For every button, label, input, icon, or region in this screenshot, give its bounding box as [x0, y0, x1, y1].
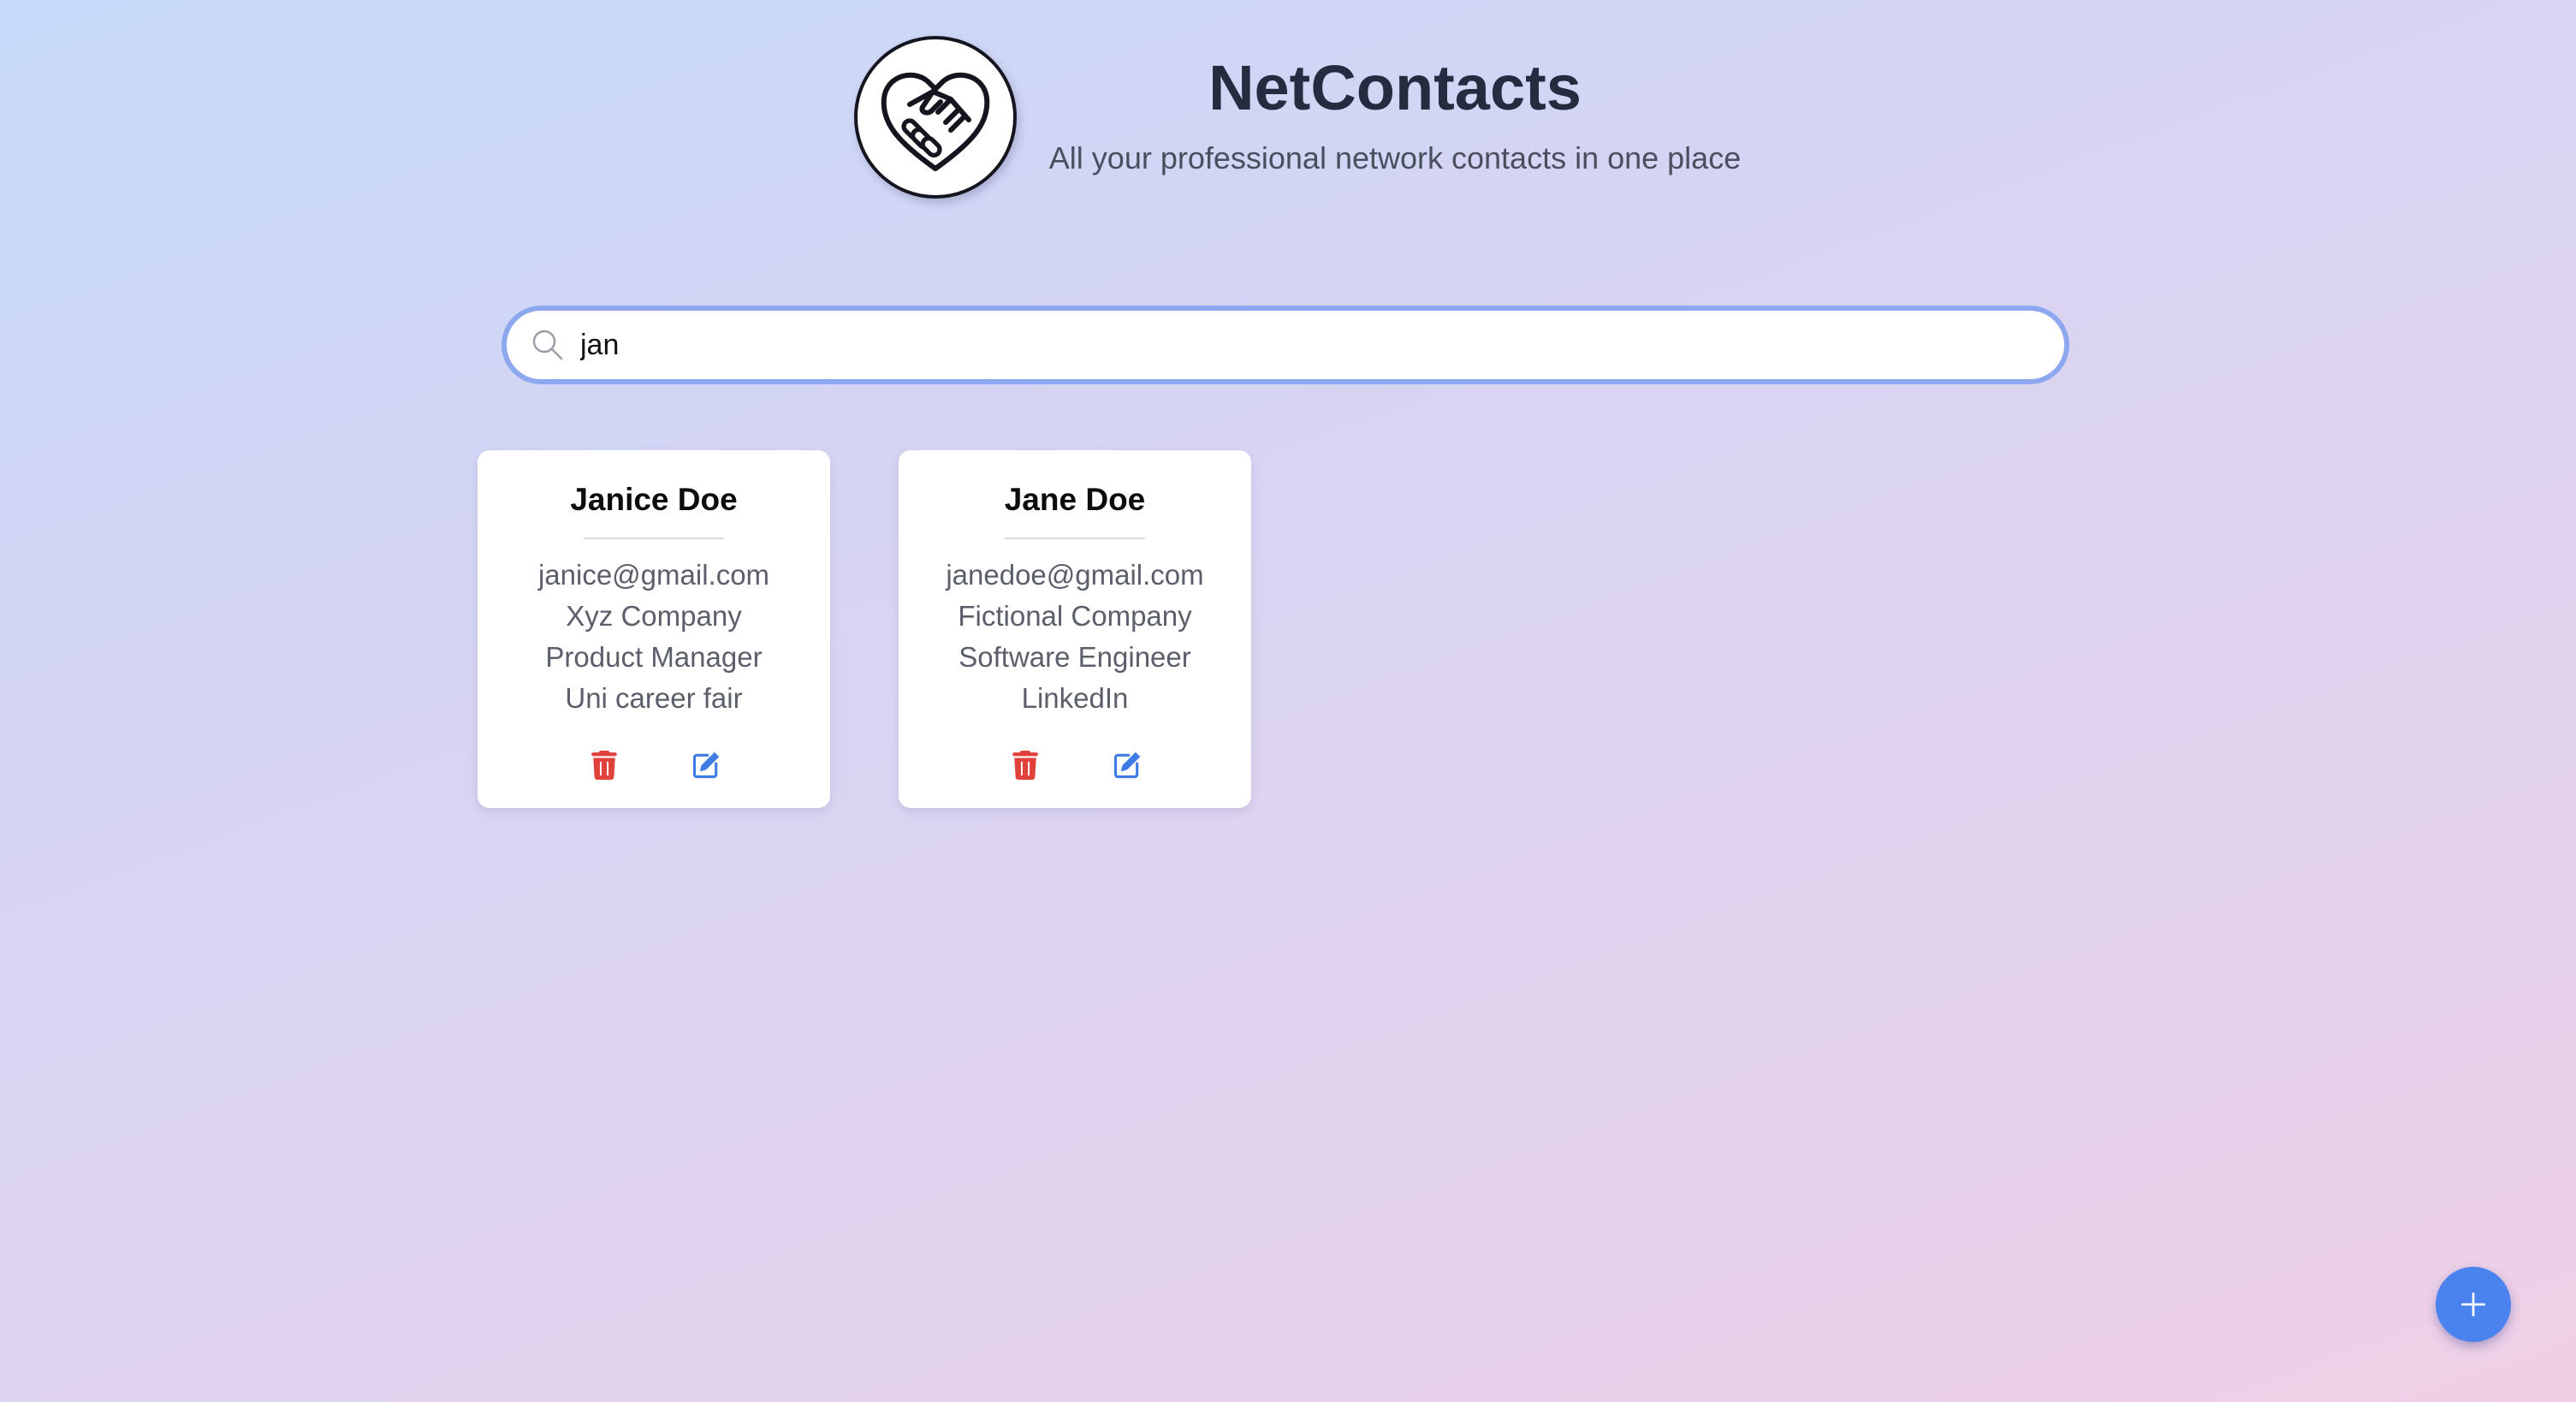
- contact-role: Software Engineer: [959, 641, 1191, 673]
- search-icon: [531, 328, 565, 362]
- contact-email: janedoe@gmail.com: [946, 559, 1204, 591]
- delete-contact-button[interactable]: [585, 746, 623, 784]
- contact-card: Jane Doe janedoe@gmail.com Fictional Com…: [899, 450, 1251, 808]
- app-logo: [854, 36, 1017, 199]
- contact-met-at: Uni career fair: [565, 682, 743, 714]
- edit-icon: [1113, 751, 1141, 779]
- card-divider: [1005, 538, 1145, 539]
- contact-company: Fictional Company: [958, 600, 1192, 632]
- search-bar[interactable]: [502, 306, 2069, 384]
- contact-company: Xyz Company: [566, 600, 742, 632]
- contact-card: Janice Doe janice@gmail.com Xyz Company …: [478, 450, 830, 808]
- card-divider: [584, 538, 724, 539]
- handshake-heart-icon: [881, 72, 990, 171]
- add-contact-button[interactable]: [2436, 1267, 2511, 1342]
- contact-role: Product Manager: [545, 641, 763, 673]
- app-subtitle: All your professional network contacts i…: [1048, 140, 1742, 175]
- trash-icon: [1012, 751, 1038, 780]
- contact-name: Janice Doe: [570, 482, 738, 517]
- contact-met-at: LinkedIn: [1021, 682, 1129, 714]
- plus-icon: [2461, 1292, 2485, 1316]
- edit-icon: [692, 751, 720, 779]
- trash-icon: [591, 751, 617, 780]
- delete-contact-button[interactable]: [1006, 746, 1044, 784]
- app-title: NetContacts: [1208, 52, 1582, 123]
- edit-contact-button[interactable]: [687, 746, 725, 784]
- search-input[interactable]: [580, 319, 1992, 371]
- contact-name: Jane Doe: [1004, 482, 1146, 517]
- contact-email: janice@gmail.com: [537, 559, 770, 591]
- edit-contact-button[interactable]: [1108, 746, 1146, 784]
